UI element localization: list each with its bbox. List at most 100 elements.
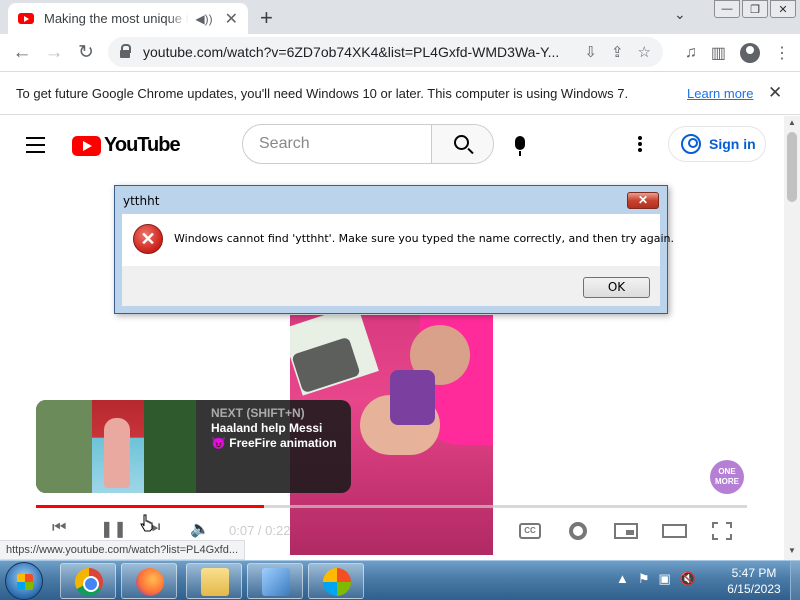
thumb-bg-right: [144, 400, 196, 493]
search-button[interactable]: [431, 125, 493, 163]
lock-icon[interactable]: [120, 44, 131, 58]
speaker-icon[interactable]: ◀)): [195, 12, 212, 26]
forward-arrow-icon[interactable]: →: [38, 42, 70, 64]
system-tray: ▲ ⚑ ▣ 🔇: [616, 571, 696, 587]
video-candy-bag-shape: [390, 370, 435, 425]
bookmark-star-icon[interactable]: ☆: [638, 43, 651, 61]
taskbar-clock[interactable]: 5:47 PM 6/15/2023: [724, 565, 784, 597]
sign-in-label: Sign in: [709, 136, 756, 152]
show-desktop-button[interactable]: [790, 561, 800, 600]
start-button[interactable]: [5, 562, 43, 600]
dialog-footer: OK: [122, 266, 660, 306]
media-control-icon[interactable]: ♫: [685, 44, 697, 62]
youtube-favicon-icon: [18, 13, 34, 24]
address-bar[interactable]: youtube.com/watch?v=6ZD7ob74XK4&list=PL4…: [108, 37, 663, 67]
error-icon: ✕: [133, 224, 163, 254]
reload-icon[interactable]: ↻: [70, 41, 102, 64]
dialog-close-button[interactable]: ✕: [627, 192, 659, 209]
video-player[interactable]: NEXT (SHIFT+N) Haaland help Messi 😈 Free…: [24, 315, 759, 555]
tab-search-chevron-icon[interactable]: ⌄: [674, 6, 686, 23]
page-scrollbar[interactable]: ▲ ▼: [784, 116, 800, 560]
profile-avatar-icon[interactable]: [740, 42, 760, 63]
youtube-logo-text: YouTube: [104, 134, 181, 156]
status-url-bubble: https://www.youtube.com/watch?list=PL4Gx…: [0, 540, 246, 560]
up-next-thumbnail: [36, 400, 196, 493]
search-icon: [454, 135, 469, 150]
youtube-play-logo-icon: [72, 135, 101, 156]
infobar-message: To get future Google Chrome updates, you…: [16, 85, 629, 101]
voice-search-mic-icon[interactable]: [515, 136, 525, 156]
windows-xp-icon: [323, 568, 351, 596]
volume-muted-icon[interactable]: 🔇: [680, 571, 696, 587]
browser-tab[interactable]: Making the most unique ice ◀)) ✕: [8, 3, 248, 34]
scroll-down-arrow-icon[interactable]: ▼: [788, 546, 796, 555]
account-icon: [681, 134, 701, 154]
miniplayer-icon[interactable]: [614, 523, 638, 539]
time-display: 0:07 / 0:22: [229, 523, 291, 538]
taskbar-explorer[interactable]: [186, 563, 242, 599]
dialog-body: ✕ Windows cannot find 'ytthht'. Make sur…: [122, 214, 674, 266]
update-infobar: To get future Google Chrome updates, you…: [0, 71, 800, 115]
control-panel-icon: [262, 568, 290, 596]
previous-icon[interactable]: ⏮: [52, 519, 66, 537]
taskbar-app[interactable]: [308, 563, 364, 599]
clock-time: 5:47 PM: [731, 566, 777, 580]
url-text[interactable]: youtube.com/watch?v=6ZD7ob74XK4&list=PL4…: [143, 44, 563, 60]
settings-kebab-icon[interactable]: [638, 136, 642, 154]
windows-taskbar: ▲ ⚑ ▣ 🔇 5:47 PM 6/15/2023: [0, 560, 800, 600]
clock-date: 6/15/2023: [727, 582, 781, 596]
chrome-icon: [75, 568, 103, 596]
pause-icon[interactable]: ❚❚: [100, 519, 127, 539]
dialog-title: ytthht: [123, 194, 160, 208]
error-dialog: ytthht ✕ ✕ Windows cannot find 'ytthht'.…: [114, 185, 674, 314]
back-arrow-icon[interactable]: ←: [6, 42, 38, 64]
hand-cursor-icon: [140, 514, 153, 532]
tab-strip: Making the most unique ice ◀)) ✕ + ⌄ — ❐…: [0, 0, 800, 34]
infobar-close-icon[interactable]: ✕: [768, 83, 782, 103]
restore-button[interactable]: ❐: [742, 0, 768, 18]
new-tab-button[interactable]: +: [260, 5, 273, 31]
up-next-card[interactable]: NEXT (SHIFT+N) Haaland help Messi 😈 Free…: [36, 400, 351, 493]
up-next-title-line2: 😈 FreeFire animation: [211, 436, 337, 450]
tab-title: Making the most unique ice: [44, 11, 190, 26]
browser-toolbar: ← → ↻ youtube.com/watch?v=6ZD7ob74XK4&li…: [0, 34, 800, 71]
firefox-icon: [136, 568, 164, 596]
theater-mode-icon[interactable]: [662, 524, 687, 538]
fullscreen-icon[interactable]: [712, 522, 732, 540]
subtitles-cc-icon[interactable]: CC: [519, 523, 541, 539]
search-input[interactable]: Search: [243, 125, 431, 163]
taskbar-chrome[interactable]: [60, 563, 116, 599]
close-tab-icon[interactable]: ✕: [225, 9, 238, 29]
progress-bar[interactable]: [36, 505, 747, 508]
channel-watermark-badge[interactable]: ONE MORE: [710, 460, 744, 494]
volume-icon[interactable]: 🔈: [190, 519, 210, 539]
minimize-button[interactable]: —: [714, 0, 740, 18]
hamburger-menu-icon[interactable]: [26, 137, 45, 158]
up-next-label: NEXT (SHIFT+N): [211, 406, 305, 420]
show-hidden-icons-icon[interactable]: ▲: [616, 571, 629, 587]
taskbar-control-panel[interactable]: [247, 563, 303, 599]
sign-in-button[interactable]: Sign in: [668, 126, 766, 162]
learn-more-link[interactable]: Learn more: [687, 86, 753, 101]
thumb-bg-left: [36, 400, 92, 493]
side-panel-icon[interactable]: ▥: [711, 43, 726, 63]
chrome-menu-icon[interactable]: ⋮: [774, 43, 790, 63]
youtube-logo[interactable]: YouTube: [72, 134, 181, 157]
ok-button[interactable]: OK: [583, 277, 650, 298]
network-icon[interactable]: ▣: [659, 571, 671, 587]
taskbar-firefox[interactable]: [121, 563, 177, 599]
install-icon[interactable]: ⇩: [584, 43, 597, 61]
dialog-message: Windows cannot find 'ytthht'. Make sure …: [174, 232, 675, 245]
folder-icon: [201, 568, 229, 596]
windows-logo-icon: [17, 574, 33, 590]
window-close-button[interactable]: ✕: [770, 0, 796, 18]
settings-gear-icon[interactable]: [569, 522, 587, 540]
scroll-up-arrow-icon[interactable]: ▲: [788, 118, 796, 127]
up-next-title-line1: Haaland help Messi: [211, 421, 323, 435]
search-box: Search: [242, 124, 494, 164]
window-controls: — ❐ ✕: [714, 0, 796, 18]
flag-alert-icon[interactable]: ⚑: [638, 571, 650, 587]
scrollbar-thumb[interactable]: [787, 132, 797, 202]
share-icon[interactable]: ⇪: [611, 43, 624, 61]
progress-bar-fill: [36, 505, 264, 508]
